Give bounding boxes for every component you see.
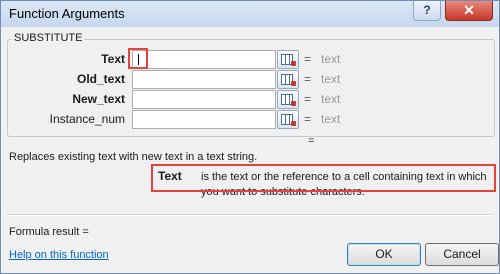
- equals-sign: =: [304, 52, 312, 66]
- arrow-icon: [291, 81, 296, 86]
- arg-result-instance-num: text: [321, 112, 341, 126]
- collapse-ref-button-text[interactable]: [277, 50, 299, 69]
- arg-help-highlight: [151, 164, 496, 192]
- arg-input-instance-num[interactable]: [132, 110, 276, 129]
- separator: [7, 214, 493, 216]
- equals-sign: =: [304, 112, 312, 126]
- arg-input-old-text[interactable]: [132, 70, 276, 89]
- arrow-icon: [291, 121, 296, 126]
- function-description: Replaces existing text with new text in …: [9, 151, 258, 163]
- arg-label-new-text: New_text: [72, 92, 125, 106]
- dialog-title: Function Arguments: [9, 6, 125, 21]
- function-arguments-dialog: Function Arguments ? ✕ SUBSTITUTE Text =…: [0, 0, 500, 274]
- arg-label-old-text: Old_text: [76, 72, 125, 86]
- formula-result: Formula result =: [9, 226, 89, 238]
- collapse-ref-button-instance-num[interactable]: [277, 110, 299, 129]
- arg-input-new-text[interactable]: [132, 90, 276, 109]
- close-button[interactable]: ✕: [445, 1, 493, 21]
- collapse-ref-button-old-text[interactable]: [277, 70, 299, 89]
- arg-label-text: Text: [101, 52, 125, 66]
- arg-label-instance-num: Instance_num: [49, 112, 125, 126]
- arg-result-text: text: [321, 52, 341, 66]
- arg-input-text[interactable]: [132, 50, 276, 69]
- help-button[interactable]: ?: [413, 1, 441, 21]
- equals-sign: =: [304, 72, 312, 86]
- arg-result-old-text: text: [321, 72, 341, 86]
- text-input-highlight: [128, 48, 148, 69]
- function-result-equals: =: [308, 135, 315, 147]
- title-bar[interactable]: Function Arguments ? ✕: [1, 1, 499, 27]
- cancel-button[interactable]: Cancel: [425, 243, 499, 266]
- arrow-icon: [291, 101, 296, 106]
- help-on-function-link[interactable]: Help on this function: [9, 249, 109, 261]
- function-name-legend: SUBSTITUTE: [11, 32, 86, 44]
- ok-button[interactable]: OK: [347, 243, 421, 266]
- equals-sign: =: [304, 92, 312, 106]
- arrow-icon: [291, 61, 296, 66]
- collapse-ref-button-new-text[interactable]: [277, 90, 299, 109]
- arg-result-new-text: text: [321, 92, 341, 106]
